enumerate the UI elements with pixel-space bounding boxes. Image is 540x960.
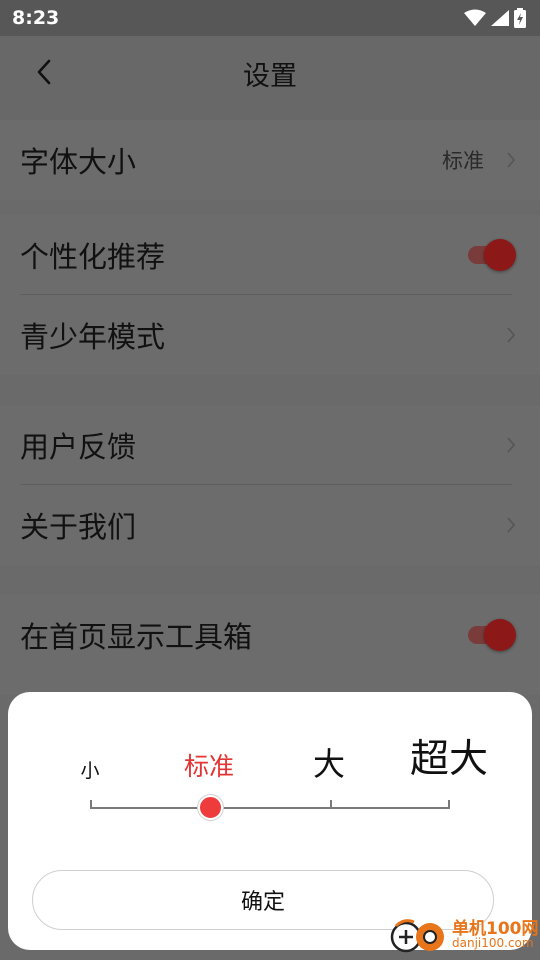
slider-track	[90, 807, 450, 809]
slider-tick	[330, 800, 332, 809]
personalized-recommendation-row: 个性化推荐	[0, 215, 540, 295]
feedback-row[interactable]: 用户反馈	[0, 405, 540, 485]
slider-thumb[interactable]	[198, 795, 223, 820]
feedback-label: 用户反馈	[20, 430, 137, 464]
font-size-slider[interactable]	[90, 795, 450, 820]
show-toolbox-row: 在首页显示工具箱	[0, 595, 540, 675]
personalized-recommendation-toggle[interactable]	[468, 239, 516, 271]
watermark-logo-icon	[390, 919, 444, 953]
font-option-small[interactable]: 小	[80, 762, 99, 781]
header: 设置	[0, 36, 540, 120]
cell-signal-icon	[491, 10, 509, 26]
font-option-extra-large[interactable]: 超大	[410, 740, 488, 779]
wifi-icon	[464, 9, 486, 26]
settings-group-content: 个性化推荐 青少年模式	[0, 215, 540, 375]
about-us-row[interactable]: 关于我们	[0, 485, 540, 565]
status-bar: 8:23	[0, 0, 540, 36]
personalized-recommendation-label: 个性化推荐	[20, 240, 166, 274]
slider-tick	[90, 800, 92, 809]
watermark-url: danji100.com	[452, 936, 534, 950]
slider-tick	[448, 800, 450, 809]
watermark: 单机100网 danji100.com	[390, 912, 539, 956]
chevron-right-icon	[507, 327, 516, 343]
font-size-row[interactable]: 字体大小 标准	[0, 120, 540, 200]
chevron-right-icon	[507, 437, 516, 453]
font-option-standard[interactable]: 标准	[184, 754, 234, 779]
toggle-thumb	[484, 619, 516, 651]
show-toolbox-label: 在首页显示工具箱	[20, 620, 253, 654]
about-us-label: 关于我们	[20, 510, 137, 544]
page-title: 设置	[243, 61, 297, 92]
youth-mode-row[interactable]: 青少年模式	[0, 295, 540, 375]
chevron-right-icon	[507, 517, 516, 533]
settings-group-home: 在首页显示工具箱	[0, 595, 540, 695]
font-size-value: 标准	[442, 149, 484, 173]
status-time: 8:23	[12, 7, 60, 29]
chevron-right-icon	[507, 152, 516, 168]
font-option-large[interactable]: 大	[313, 748, 345, 780]
toggle-thumb	[484, 239, 516, 271]
font-size-label: 字体大小	[20, 145, 137, 179]
battery-charging-icon	[514, 8, 526, 28]
show-toolbox-toggle[interactable]	[468, 619, 516, 651]
youth-mode-label: 青少年模式	[20, 320, 166, 354]
status-icons	[464, 8, 526, 28]
settings-group-display: 字体大小 标准	[0, 120, 540, 200]
settings-group-support: 用户反馈 关于我们	[0, 405, 540, 565]
